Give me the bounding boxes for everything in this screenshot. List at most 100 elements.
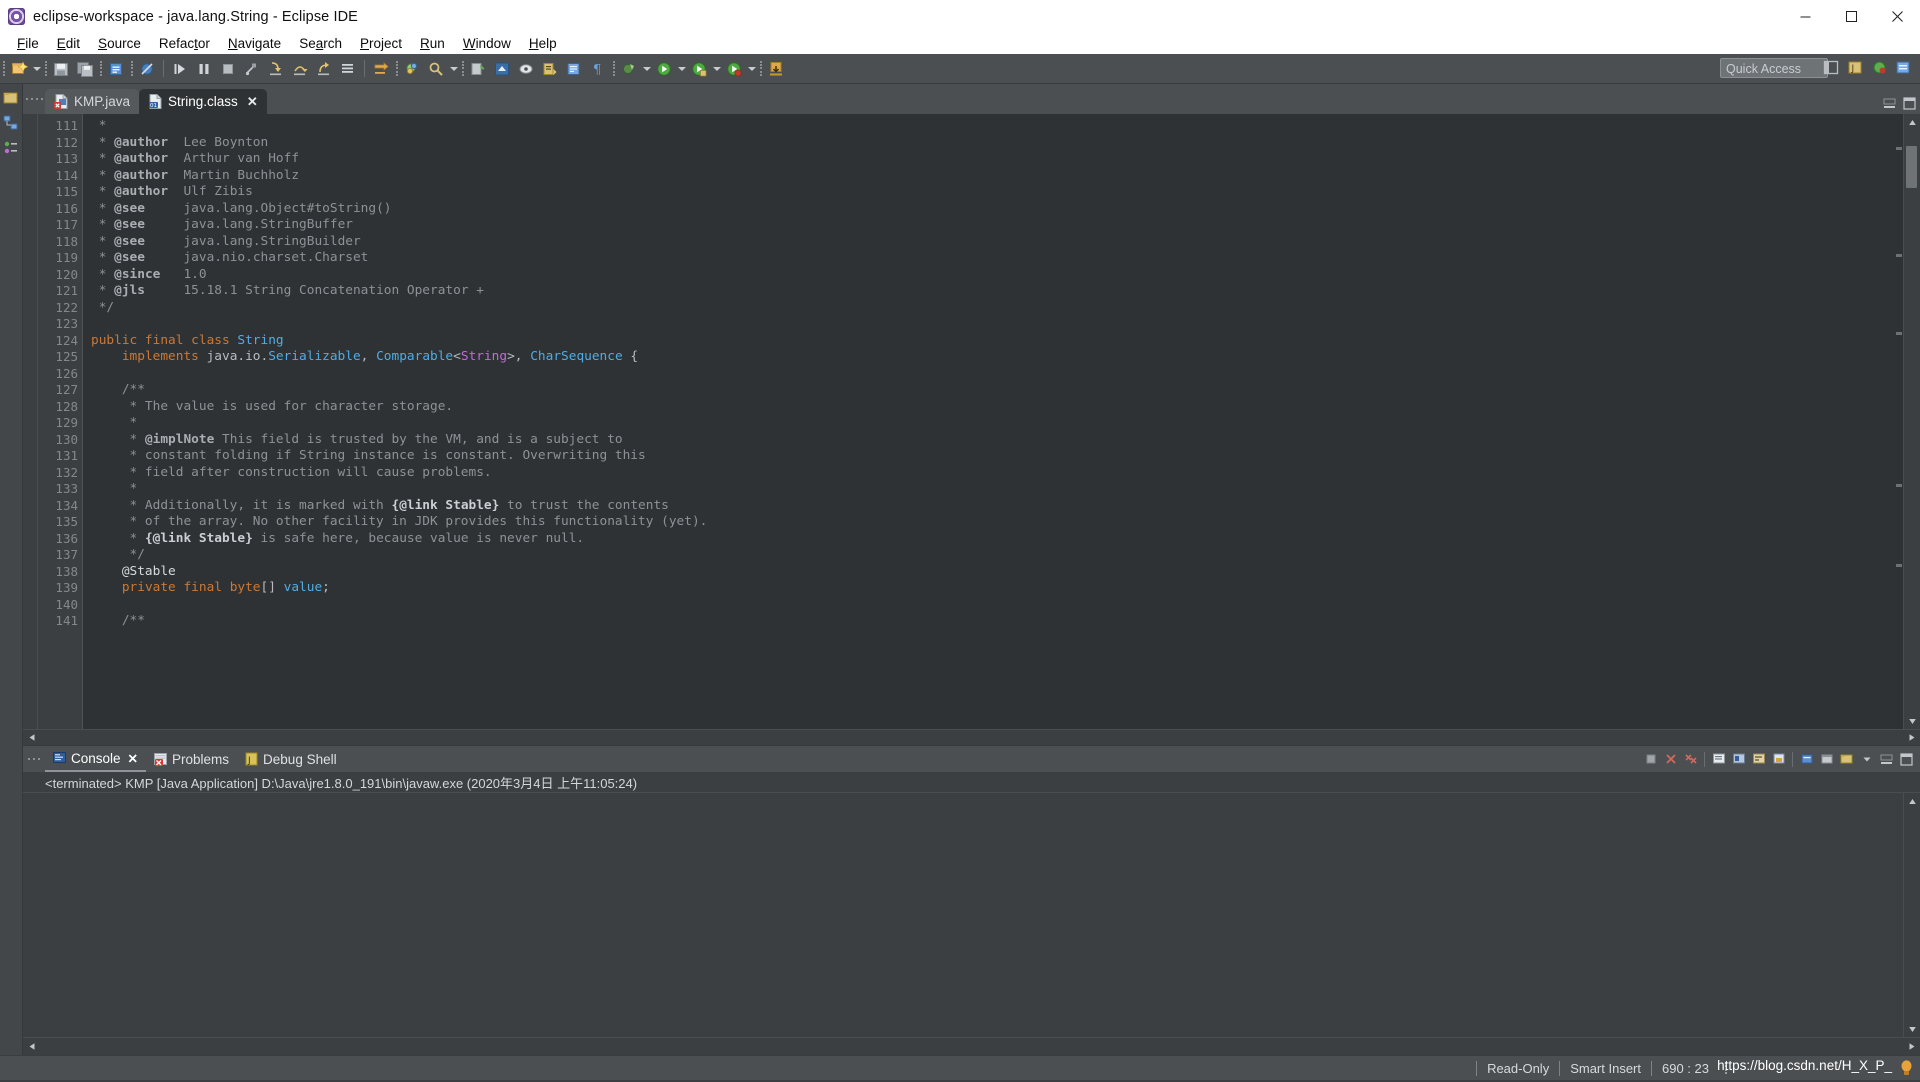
code-line[interactable]: *: [83, 481, 1920, 498]
editor-annotation-ruler[interactable]: [23, 114, 38, 729]
use-step-filters-icon[interactable]: [337, 58, 359, 80]
menu-window[interactable]: Window: [454, 33, 520, 54]
menu-source[interactable]: Source: [89, 33, 150, 54]
code-line[interactable]: * The value is used for character storag…: [83, 399, 1920, 416]
code-line[interactable]: * constant folding if String instance is…: [83, 448, 1920, 465]
code-line[interactable]: * @author Arthur van Hoff: [83, 151, 1920, 168]
toggle-breakpoint-icon[interactable]: [136, 58, 158, 80]
skip-breakpoints-icon[interactable]: [618, 58, 640, 80]
editor-horizontal-scrollbar[interactable]: [23, 729, 1920, 745]
minimize-icon[interactable]: [1782, 0, 1828, 33]
new-dropdown-arrow[interactable]: [31, 58, 42, 80]
quick-access-input[interactable]: Quick Access: [1720, 58, 1828, 78]
word-wrap-icon[interactable]: [1749, 750, 1768, 769]
editor-hscroll-track[interactable]: [39, 730, 1904, 745]
editor-tab-string-class[interactable]: 01 String.class ✕: [139, 89, 267, 114]
clear-console-icon[interactable]: [1797, 750, 1816, 769]
next-annotation-icon[interactable]: [539, 58, 561, 80]
code-line[interactable]: [83, 366, 1920, 383]
console-hscroll-track[interactable]: [39, 1039, 1904, 1054]
editor-vertical-scrollbar[interactable]: [1903, 114, 1920, 729]
open-declaration-icon[interactable]: [491, 58, 513, 80]
menu-project[interactable]: Project: [351, 33, 411, 54]
maximize-icon[interactable]: [1828, 0, 1874, 33]
console-tab-grip[interactable]: [23, 746, 45, 772]
code-line[interactable]: * @see java.lang.Object#toString(): [83, 201, 1920, 218]
code-line[interactable]: public final class String: [83, 333, 1920, 350]
new-console-view-icon[interactable]: [1837, 750, 1856, 769]
menu-help[interactable]: Help: [520, 33, 566, 54]
terminate-icon[interactable]: [217, 58, 239, 80]
search-dropdown-arrow[interactable]: [448, 58, 459, 80]
type-hierarchy-icon[interactable]: [3, 115, 19, 131]
toolbar-grip[interactable]: [1, 60, 6, 77]
minimize-view-icon[interactable]: [1877, 750, 1896, 769]
save-icon[interactable]: [50, 58, 72, 80]
code-line[interactable]: [83, 316, 1920, 333]
code-line[interactable]: * @implNote This field is trusted by the…: [83, 432, 1920, 449]
console-tab-debug-shell[interactable]: J Debug Shell: [237, 746, 345, 772]
code-line[interactable]: * @jls 15.18.1 String Concatenation Oper…: [83, 283, 1920, 300]
java-ee-perspective-icon[interactable]: [1893, 57, 1914, 78]
editor-overview-ruler[interactable]: [1895, 114, 1903, 729]
debug-perspective-switch-icon[interactable]: [1869, 57, 1890, 78]
previous-annotation-icon[interactable]: [563, 58, 585, 80]
skip-breakpoints-dropdown-arrow[interactable]: [641, 58, 652, 80]
code-line[interactable]: * @see java.lang.StringBuffer: [83, 217, 1920, 234]
java-perspective-icon[interactable]: J: [1845, 57, 1866, 78]
code-line[interactable]: * @since 1.0: [83, 267, 1920, 284]
editor-code-area[interactable]: * * @author Lee Boynton * @author Arthur…: [83, 114, 1920, 729]
scroll-left-arrow-icon[interactable]: [23, 1039, 39, 1054]
maximize-view-icon[interactable]: [1897, 750, 1916, 769]
debug-perspective-icon[interactable]: [370, 58, 392, 80]
display-selected-console-icon[interactable]: [1729, 750, 1748, 769]
menu-file[interactable]: File: [8, 33, 48, 54]
run-icon[interactable]: [653, 58, 675, 80]
download-icon[interactable]: [765, 58, 787, 80]
console-vertical-scrollbar[interactable]: [1903, 793, 1920, 1037]
code-line[interactable]: /**: [83, 382, 1920, 399]
step-over-icon[interactable]: [289, 58, 311, 80]
editor-scroll-track[interactable]: [1904, 130, 1920, 713]
new-wizard-icon[interactable]: [8, 58, 30, 80]
code-line[interactable]: [83, 597, 1920, 614]
console-output-area[interactable]: [23, 792, 1920, 1037]
menu-navigate[interactable]: Navigate: [219, 33, 290, 54]
minimize-view-icon[interactable]: [1883, 97, 1896, 110]
scroll-left-arrow-icon[interactable]: [23, 730, 39, 745]
open-perspective-icon[interactable]: [1821, 57, 1842, 78]
menu-run[interactable]: Run: [411, 33, 454, 54]
terminate-icon[interactable]: [1641, 750, 1660, 769]
outline-icon[interactable]: [3, 140, 19, 156]
open-console-icon[interactable]: [1709, 750, 1728, 769]
run-dropdown-arrow[interactable]: [676, 58, 687, 80]
disconnect-icon[interactable]: [241, 58, 263, 80]
menu-edit[interactable]: Edit: [48, 33, 89, 54]
editor-tab-grip[interactable]: [23, 84, 45, 114]
code-line[interactable]: implements java.io.Serializable, Compara…: [83, 349, 1920, 366]
search-icon[interactable]: [425, 58, 447, 80]
editor-line-number-ruler[interactable]: 111 112 113 114 115 116 117 118 119 120 121 122 123 1…: [38, 114, 90, 729]
code-line[interactable]: private final byte[] value;: [83, 580, 1920, 597]
code-line[interactable]: */: [83, 547, 1920, 564]
code-line[interactable]: *: [83, 118, 1920, 135]
resume-icon[interactable]: [169, 58, 191, 80]
save-all-icon[interactable]: [74, 58, 96, 80]
last-edit-location-icon[interactable]: [467, 58, 489, 80]
remove-launch-icon[interactable]: [1661, 750, 1680, 769]
open-type-icon[interactable]: [401, 58, 423, 80]
coverage-dropdown-arrow[interactable]: [711, 58, 722, 80]
new-java-class-icon[interactable]: [105, 58, 127, 80]
close-icon[interactable]: ✕: [247, 95, 258, 108]
view-menu-dropdown-arrow[interactable]: [1857, 750, 1876, 769]
close-icon[interactable]: [1874, 0, 1920, 33]
pin-console-icon[interactable]: [1817, 750, 1836, 769]
maximize-view-icon[interactable]: [1903, 97, 1916, 110]
console-horizontal-scrollbar[interactable]: [23, 1037, 1920, 1055]
code-line[interactable]: * of the array. No other facility in JDK…: [83, 514, 1920, 531]
step-into-icon[interactable]: [265, 58, 287, 80]
code-line[interactable]: * @author Ulf Zibis: [83, 184, 1920, 201]
scroll-right-arrow-icon[interactable]: [1904, 730, 1920, 745]
code-line[interactable]: *: [83, 415, 1920, 432]
code-line[interactable]: /**: [83, 613, 1920, 630]
